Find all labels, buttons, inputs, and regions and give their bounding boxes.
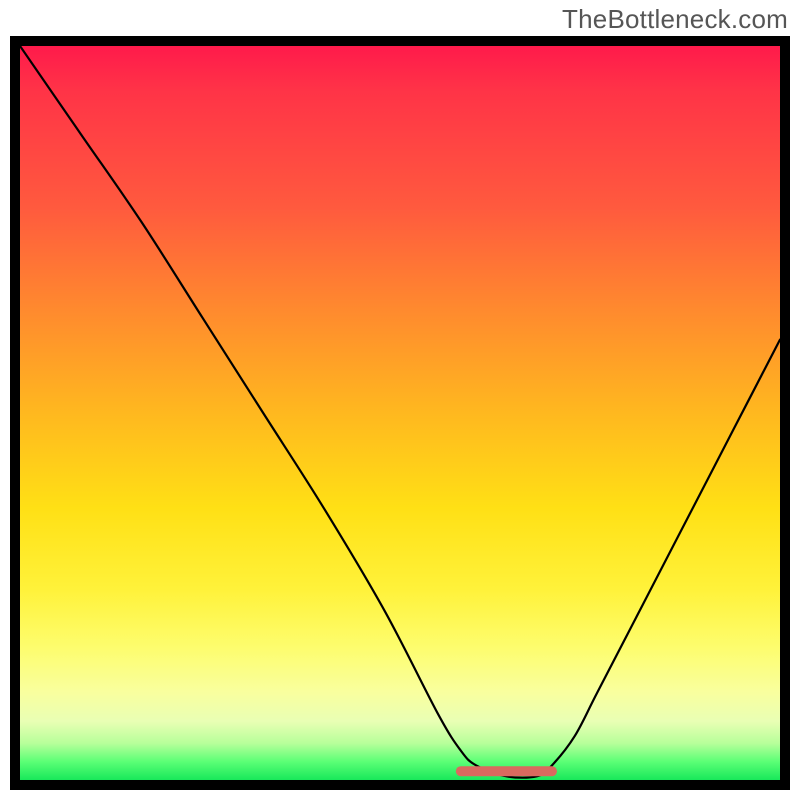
plot-gradient-background: [20, 46, 780, 780]
watermark-label: TheBottleneck.com: [562, 4, 788, 35]
plot-frame: [10, 36, 790, 790]
chart-container: TheBottleneck.com: [0, 0, 800, 800]
